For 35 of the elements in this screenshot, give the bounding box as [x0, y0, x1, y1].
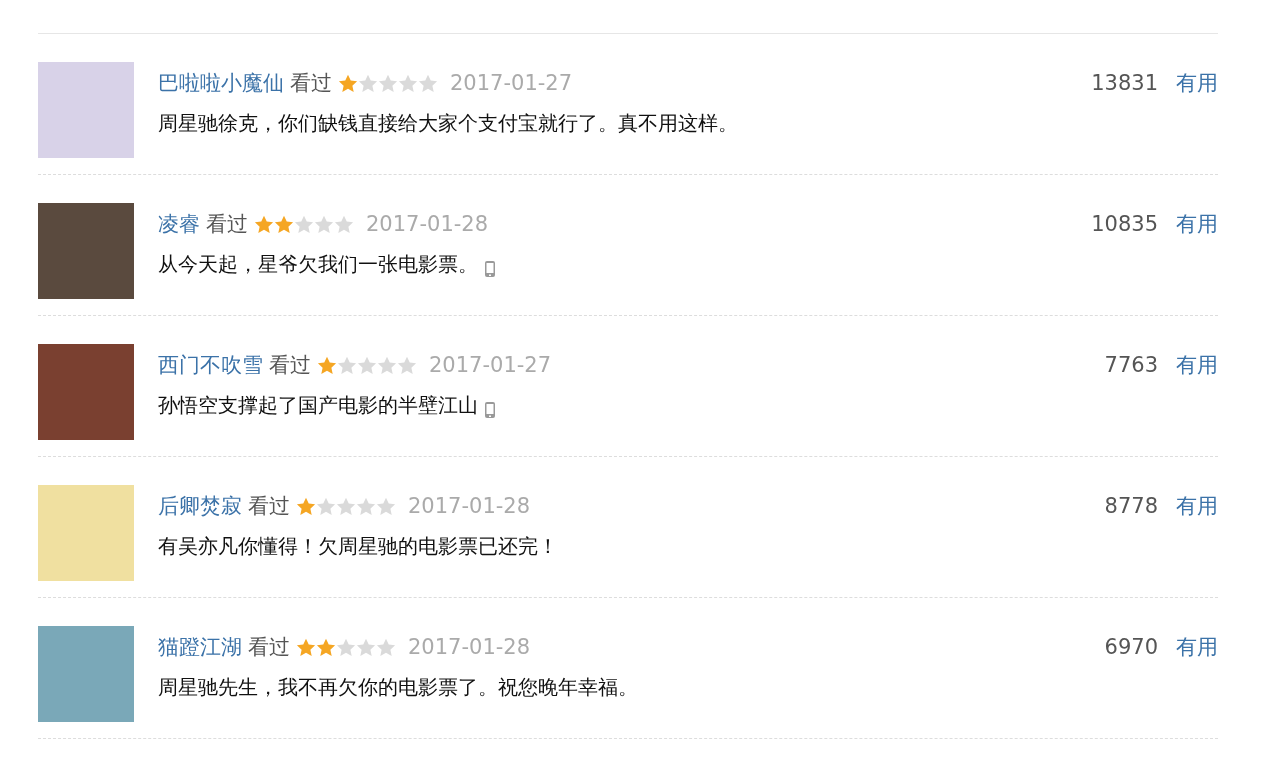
comment-date: 2017-01-27	[429, 353, 552, 377]
avatar-photo-placeholder[interactable]	[38, 203, 134, 299]
comment-text: 周星驰先生，我不再欠你的电影票了。祝您晚年幸福。	[158, 674, 638, 701]
useful-link[interactable]: 有用	[1176, 210, 1218, 238]
vote-count: 13831	[1091, 71, 1158, 95]
username-link[interactable]: 西门不吹雪	[158, 351, 263, 379]
vote-count: 7763	[1104, 353, 1158, 377]
vote-count: 6970	[1104, 635, 1158, 659]
username-link[interactable]: 后卿焚寂	[158, 492, 242, 520]
useful-link[interactable]: 有用	[1176, 69, 1218, 97]
comment-text: 有吴亦凡你懂得！欠周星驰的电影票已还完！	[158, 533, 558, 560]
username-link[interactable]: 巴啦啦小魔仙	[158, 69, 284, 97]
comment-text: 周星驰徐克，你们缺钱直接给大家个支付宝就行了。真不用这样。	[158, 110, 738, 137]
comment-date: 2017-01-27	[450, 71, 573, 95]
watched-label: 看过	[206, 211, 248, 238]
username-link[interactable]: 凌睿	[158, 210, 200, 238]
comment-text: 孙悟空支撑起了国产电影的半壁江山	[158, 392, 478, 419]
avatar-photo-placeholder[interactable]	[38, 344, 134, 440]
avatar-photo-placeholder[interactable]	[38, 485, 134, 581]
watched-label: 看过	[290, 70, 332, 97]
watched-label: 看过	[248, 634, 290, 661]
vote-count: 8778	[1104, 494, 1158, 518]
comment-date: 2017-01-28	[408, 635, 531, 659]
avatar-photo-placeholder[interactable]	[38, 62, 134, 158]
comment-text: 从今天起，星爷欠我们一张电影票。	[158, 251, 478, 278]
avatar-photo-placeholder[interactable]	[38, 626, 134, 722]
username-link[interactable]: 猫蹬江湖	[158, 633, 242, 661]
useful-link[interactable]: 有用	[1176, 633, 1218, 661]
comment-date: 2017-01-28	[408, 494, 531, 518]
comment-date: 2017-01-28	[366, 212, 489, 236]
watched-label: 看过	[269, 352, 311, 379]
useful-link[interactable]: 有用	[1176, 351, 1218, 379]
useful-link[interactable]: 有用	[1176, 492, 1218, 520]
vote-count: 10835	[1091, 212, 1158, 236]
watched-label: 看过	[248, 493, 290, 520]
